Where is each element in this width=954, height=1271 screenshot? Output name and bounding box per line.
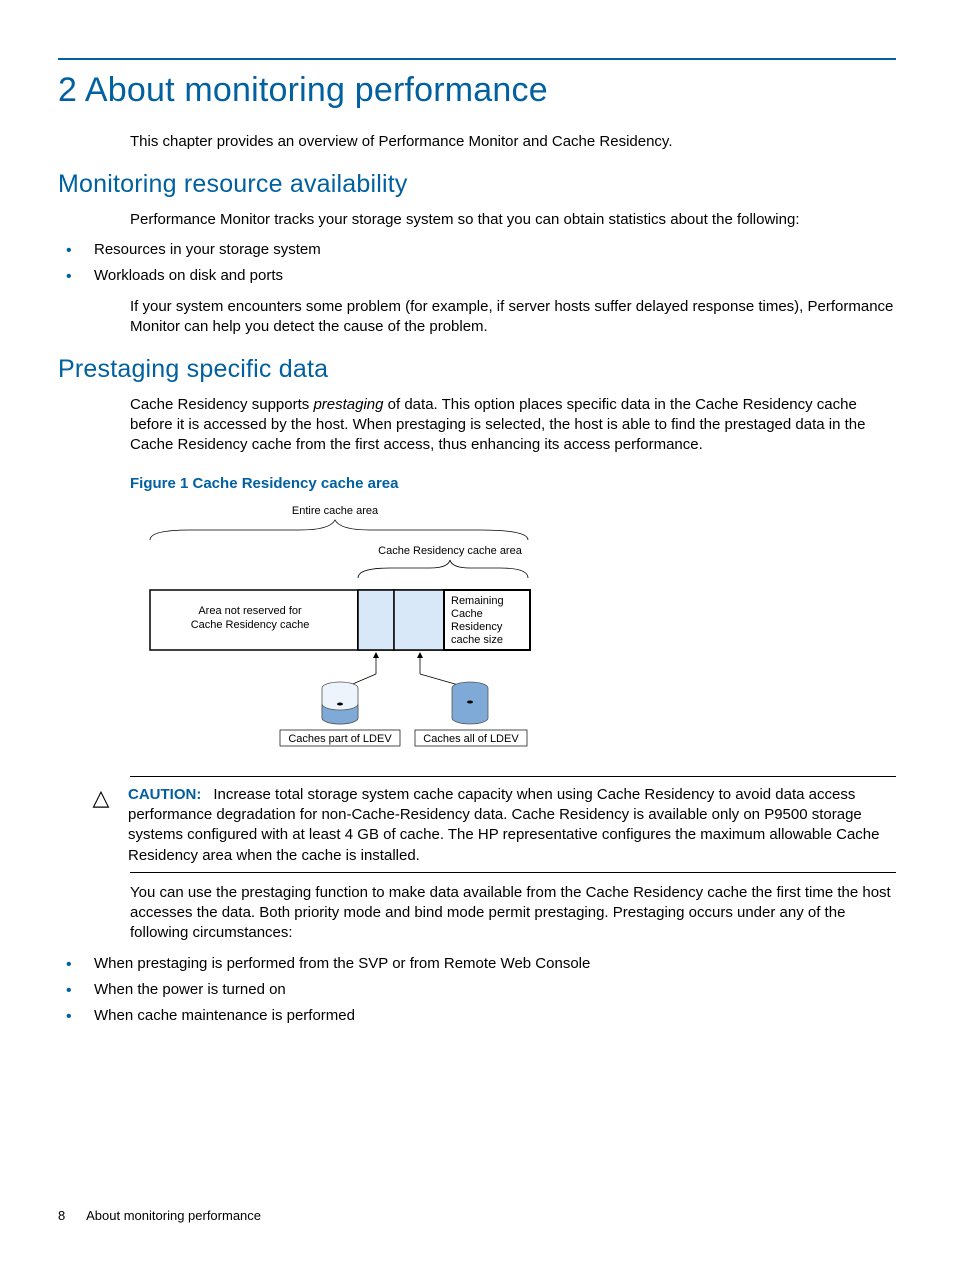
label-remaining-2: Cache <box>451 608 483 620</box>
caution-text: CAUTION:Increase total storage system ca… <box>128 785 896 866</box>
intro-paragraph: This chapter provides an overview of Per… <box>130 132 896 152</box>
chapter-heading: 2 About monitoring performance <box>58 68 896 114</box>
text: Cache Residency supports <box>130 396 313 413</box>
section2-heading: Prestaging specific data <box>58 353 896 387</box>
figure-caption: Figure 1 Cache Residency cache area <box>130 474 896 494</box>
caution-icon: △ <box>88 785 114 809</box>
label-not-reserved-1: Area not reserved for <box>198 605 302 617</box>
figure-block: Figure 1 Cache Residency cache area Enti… <box>130 474 896 752</box>
list-item: Resources in your storage system <box>58 240 896 260</box>
callout-top-rule <box>130 776 896 777</box>
emphasis: prestaging <box>313 396 383 413</box>
cache-diagram-svg: Entire cache area Cache Residency cache … <box>130 502 560 752</box>
cylinder-part-icon <box>322 682 358 724</box>
page: 2 About monitoring performance This chap… <box>0 0 954 1026</box>
caution-block: △ CAUTION:Increase total storage system … <box>88 776 896 873</box>
caution-label: CAUTION: <box>128 786 201 803</box>
list-item: When prestaging is performed from the SV… <box>58 954 896 974</box>
label-remaining-1: Remaining <box>451 595 504 607</box>
section1-tail: If your system encounters some problem (… <box>130 297 896 338</box>
section2-paragraph: Cache Residency supports prestaging of d… <box>130 395 896 456</box>
cylinder-all-icon <box>452 682 488 724</box>
page-number: 8 <box>58 1208 65 1223</box>
label-crm-area: Cache Residency cache area <box>378 545 523 557</box>
section1-lead: Performance Monitor tracks your storage … <box>130 210 896 230</box>
running-head: About monitoring performance <box>86 1208 261 1223</box>
list-item: When cache maintenance is performed <box>58 1006 896 1026</box>
label-part-ldev: Caches part of LDEV <box>288 733 392 745</box>
callout-bottom-rule <box>130 872 896 873</box>
figure-diagram: Entire cache area Cache Residency cache … <box>130 502 560 752</box>
label-not-reserved-2: Cache Residency cache <box>191 619 310 631</box>
label-remaining-4: cache size <box>451 634 503 646</box>
list-item: When the power is turned on <box>58 980 896 1000</box>
page-footer: 8 About monitoring performance <box>58 1207 261 1225</box>
label-all-ldev: Caches all of LDEV <box>423 733 519 745</box>
label-entire: Entire cache area <box>292 505 379 517</box>
section1-heading: Monitoring resource availability <box>58 168 896 202</box>
section2-bullets: When prestaging is performed from the SV… <box>58 954 896 1027</box>
after-caution-paragraph: You can use the prestaging function to m… <box>130 883 896 944</box>
top-rule <box>58 58 896 60</box>
caution-body: Increase total storage system cache capa… <box>128 786 879 864</box>
section1-bullets: Resources in your storage system Workloa… <box>58 240 896 287</box>
list-item: Workloads on disk and ports <box>58 266 896 286</box>
label-remaining-3: Residency <box>451 621 503 633</box>
